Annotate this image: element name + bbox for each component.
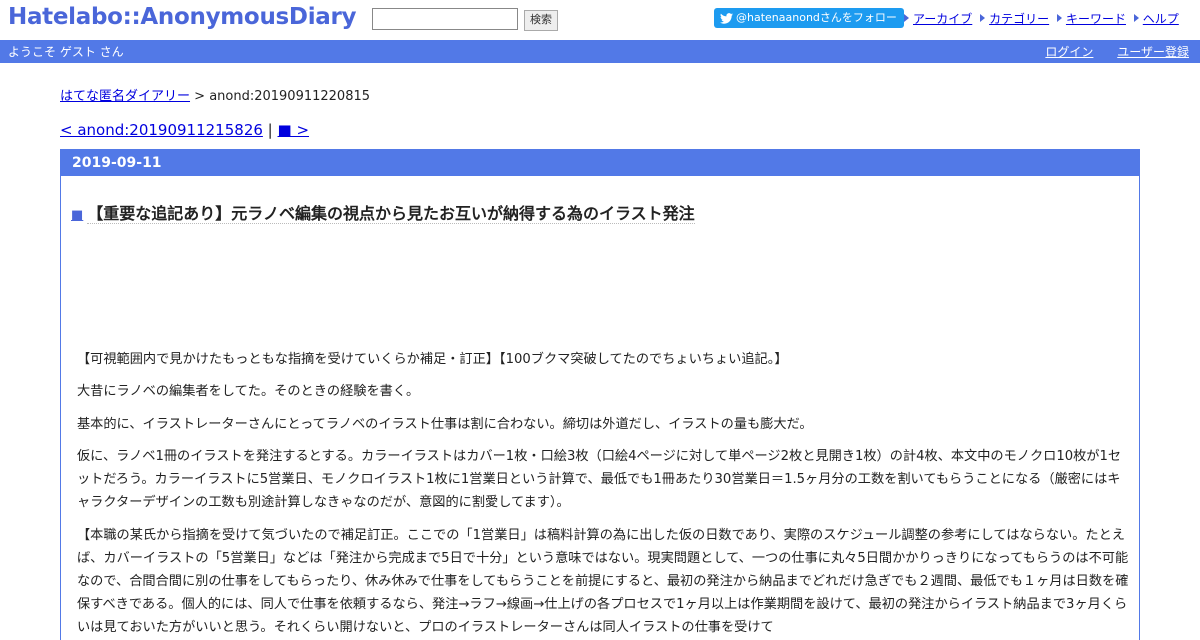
login-link[interactable]: ログイン	[1045, 45, 1093, 59]
nav-archive-link[interactable]: アーカイブ	[913, 12, 972, 26]
breadcrumb-separator: >	[190, 89, 210, 104]
nav-keyword-link[interactable]: キーワード	[1066, 12, 1126, 26]
top-nav: アーカイブ カテゴリー キーワード ヘルプ	[900, 10, 1179, 27]
follow-label: @hatenaanondさんをフォロー	[736, 11, 897, 24]
account-links: ログイン ユーザー登録	[1025, 43, 1189, 60]
welcome-text: ようこそ ゲスト さん	[8, 45, 124, 59]
search-input[interactable]	[372, 8, 518, 30]
arrow-icon	[980, 14, 986, 22]
user-band: ようこそ ゲスト さん ログイン ユーザー登録	[0, 40, 1200, 63]
entry-paragraph: 基本的に、イラストレーターさんにとってラノベのイラスト仕事は割に合わない。締切は…	[77, 417, 813, 432]
search-button[interactable]: 検索	[524, 10, 558, 31]
prev-entry-link[interactable]: < anond:20190911215826	[60, 121, 263, 139]
arrow-icon	[904, 14, 909, 22]
breadcrumb-current: anond:20190911220815	[209, 89, 371, 104]
entry-paragraph: 大昔にラノベの編集者をしてた。そのときの経験を書く。	[77, 384, 420, 399]
entry-paragraph: 【本職の某氏から指摘を受けて気づいたので補足訂正。ここでの「1営業日」は稿料計算…	[77, 528, 1129, 635]
arrow-icon	[1056, 14, 1062, 22]
breadcrumb-home-link[interactable]: はてな匿名ダイアリー	[60, 89, 190, 104]
entry-paragraph: 【可視範囲内で見かけたもっともな指摘を受けていくらか補足・訂正】【100ブクマ突…	[77, 352, 788, 367]
twitter-follow-button[interactable]: @hatenaanondさんをフォロー	[714, 8, 904, 28]
arrow-icon	[1133, 14, 1139, 22]
entry-pager: < anond:20190911215826 | ■ >	[60, 121, 309, 139]
nav-help-link[interactable]: ヘルプ	[1143, 12, 1179, 26]
top-bar: Hatelabo::AnonymousDiary 検索 @hatenaanond…	[0, 0, 1200, 40]
day-section: 2019-09-11 ■ 【重要な追記あり】元ラノベ編集の視点から見たお互いが納得…	[60, 149, 1140, 640]
twitter-bird-icon	[720, 13, 733, 24]
entry-title-text: 【重要な追記あり】元ラノベ編集の視点から見たお互いが納得する為のイラスト発注	[87, 204, 695, 224]
site-logo[interactable]: Hatelabo::AnonymousDiary	[8, 4, 357, 30]
pager-separator: |	[262, 121, 278, 139]
next-entry-link[interactable]: ■ >	[278, 121, 310, 139]
breadcrumb: はてな匿名ダイアリー > anond:20190911220815	[60, 85, 370, 104]
nav-category-link[interactable]: カテゴリー	[989, 12, 1049, 26]
entry-permalink[interactable]: ■	[71, 208, 83, 223]
entry-title: ■ 【重要な追記あり】元ラノベ編集の視点から見たお互いが納得する為のイラスト発注	[71, 200, 695, 224]
day-date: 2019-09-11	[61, 150, 1139, 176]
entry-paragraph: 仮に、ラノベ1冊のイラストを発注するとする。カラーイラストはカバー1枚・口絵3枚…	[77, 449, 1122, 510]
register-link[interactable]: ユーザー登録	[1117, 45, 1189, 59]
